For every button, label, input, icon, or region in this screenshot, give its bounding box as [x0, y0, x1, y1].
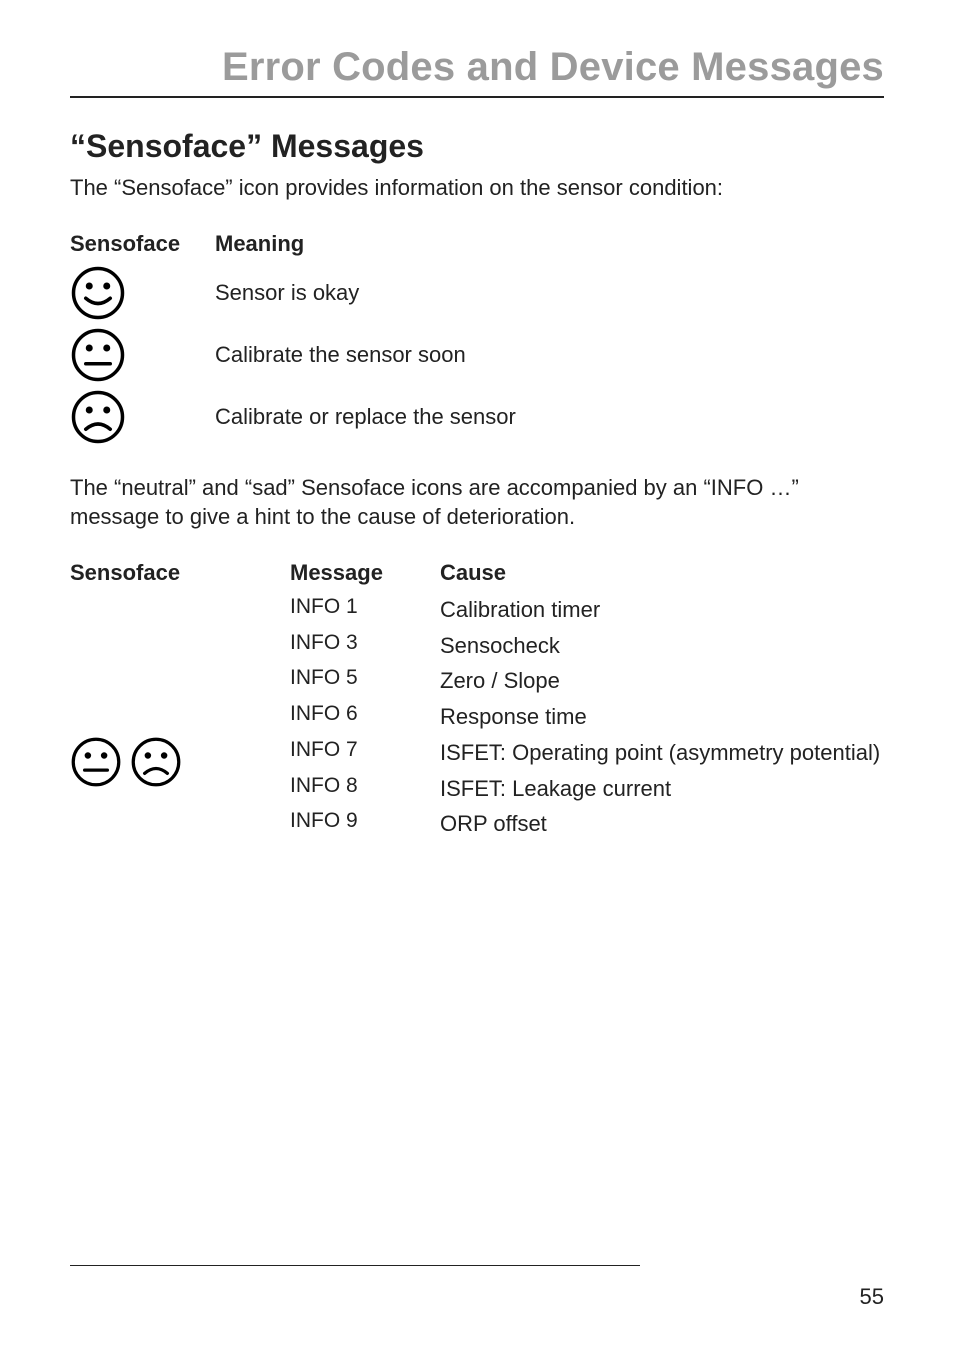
page-number: 55: [70, 1284, 884, 1310]
face-happy-icon: [70, 265, 126, 321]
face-sad-icon: [70, 389, 126, 445]
cause-value: ISFET: Operating point (asymmetry potent…: [440, 738, 884, 768]
column-header-cause: Cause: [440, 560, 884, 586]
message-rows: INFO 1 Calibration timer INFO 3 Sensoche…: [290, 592, 884, 842]
meaning-text: Calibrate the sensor soon: [215, 342, 466, 368]
icon-cell: [70, 389, 215, 445]
face-sad-icon: [130, 736, 182, 788]
sensoface-meaning-header-row: Sensoface Meaning: [70, 231, 884, 257]
note-text: The “neutral” and “sad” Sensoface icons …: [70, 473, 884, 532]
icon-cell: [70, 327, 215, 383]
meaning-text: Sensor is okay: [215, 280, 359, 306]
cause-value: ISFET: Leakage current: [440, 774, 884, 804]
cause-value: Sensocheck: [440, 631, 884, 661]
section-intro-text: The “Sensoface” icon provides informatio…: [70, 173, 884, 203]
cause-value: Response time: [440, 702, 884, 732]
column-header-meaning: Meaning: [215, 231, 304, 257]
page-header-title: Error Codes and Device Messages: [70, 45, 884, 98]
face-neutral-icon: [70, 736, 122, 788]
message-value: INFO 8: [290, 774, 440, 804]
message-table-body: INFO 1 Calibration timer INFO 3 Sensoche…: [70, 592, 884, 842]
icon-cell: [70, 265, 215, 321]
message-table-header: Sensoface Message Cause: [70, 560, 884, 586]
message-value: INFO 7: [290, 738, 440, 768]
table-row: INFO 9 ORP offset: [290, 806, 884, 842]
table-row: INFO 1 Calibration timer: [290, 592, 884, 628]
section-heading-sensoface-messages: “Sensoface” Messages: [70, 128, 884, 165]
sensoface-icons-cell: [70, 592, 290, 842]
sensoface-row-neutral: Calibrate the sensor soon: [70, 327, 884, 383]
sensoface-meaning-rows: Sensor is okay Calibrate the sensor soon…: [70, 265, 884, 445]
message-value: INFO 9: [290, 809, 440, 839]
column-header-message: Message: [290, 560, 440, 586]
cause-value: ORP offset: [440, 809, 884, 839]
meaning-text: Calibrate or replace the sensor: [215, 404, 516, 430]
message-value: INFO 5: [290, 666, 440, 696]
sensoface-row-sad: Calibrate or replace the sensor: [70, 389, 884, 445]
cause-value: Calibration timer: [440, 595, 884, 625]
message-value: INFO 3: [290, 631, 440, 661]
message-value: INFO 6: [290, 702, 440, 732]
table-row: INFO 5 Zero / Slope: [290, 663, 884, 699]
footer-rule: [70, 1265, 640, 1266]
table-row: INFO 6 Response time: [290, 699, 884, 735]
table-row: INFO 7 ISFET: Operating point (asymmetry…: [290, 735, 884, 771]
cause-value: Zero / Slope: [440, 666, 884, 696]
sensoface-icon-pair: [70, 646, 182, 788]
table-row: INFO 3 Sensocheck: [290, 628, 884, 664]
table-row: INFO 8 ISFET: Leakage current: [290, 771, 884, 807]
message-value: INFO 1: [290, 595, 440, 625]
column-header-sensoface: Sensoface: [70, 560, 290, 586]
sensoface-row-happy: Sensor is okay: [70, 265, 884, 321]
column-header-sensoface: Sensoface: [70, 231, 215, 257]
face-neutral-icon: [70, 327, 126, 383]
